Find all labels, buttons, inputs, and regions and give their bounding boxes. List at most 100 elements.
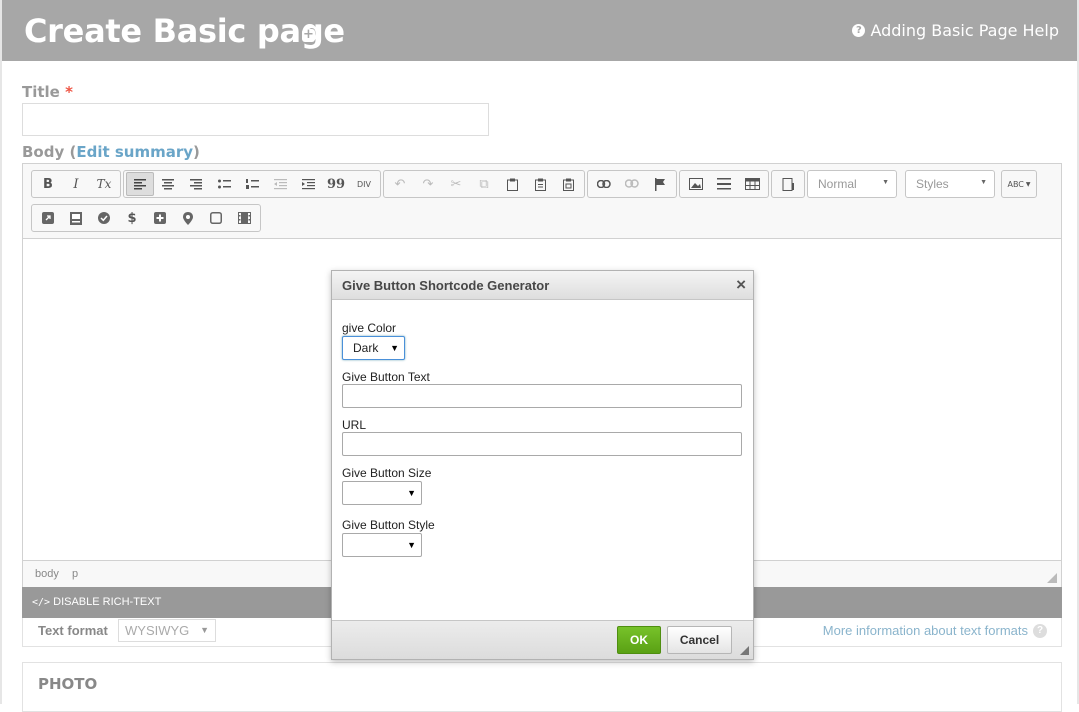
blockquote-button[interactable]: 99: [322, 172, 350, 196]
square-icon: [210, 212, 222, 224]
align-left-button[interactable]: [126, 172, 154, 196]
toolbar-group-shortcodes: $: [31, 204, 261, 232]
color-select[interactable]: Dark ▼: [342, 336, 405, 360]
format-combo[interactable]: Normal ▼: [807, 170, 897, 198]
div-container-button[interactable]: DIV: [350, 172, 378, 196]
indent-button[interactable]: [294, 172, 322, 196]
help-link[interactable]: ? Adding Basic Page Help: [852, 21, 1059, 40]
outdent-icon: [273, 178, 287, 189]
text-format-select[interactable]: WYSIWYG ▼: [118, 619, 216, 642]
paste-icon: [506, 178, 518, 191]
italic-button[interactable]: I: [62, 172, 90, 196]
button-text-input[interactable]: [342, 384, 742, 408]
plus-square-icon: [154, 212, 166, 224]
spellcheck-button[interactable]: ABC ▼: [1004, 172, 1034, 196]
map-marker-icon: [183, 211, 193, 225]
question-circle-icon: ?: [852, 24, 866, 37]
url-input[interactable]: [342, 432, 742, 456]
styles-combo[interactable]: Styles ▼: [905, 170, 995, 198]
resize-grip-icon[interactable]: [1047, 573, 1057, 583]
align-center-icon: [162, 178, 174, 189]
maximize-button[interactable]: [774, 172, 802, 196]
resize-grip-icon[interactable]: [740, 646, 749, 655]
map-shortcode-button[interactable]: [174, 206, 202, 230]
link-button[interactable]: [590, 172, 618, 196]
copy-button[interactable]: ⧉: [470, 172, 498, 196]
toolbar-group-paragraph: 99 DIV: [123, 170, 381, 198]
help-link-label: Adding Basic Page Help: [870, 21, 1059, 40]
editor-toolbar: B I Tx 99 DIV ↶ ↷ ✂ ⧉ Normal ▼ Styles ▼ …: [23, 164, 1061, 239]
undo-button[interactable]: ↶: [386, 172, 414, 196]
table-button[interactable]: [738, 172, 766, 196]
plus-shortcode-button[interactable]: [146, 206, 174, 230]
video-shortcode-button[interactable]: [230, 206, 258, 230]
edit-summary-link[interactable]: Edit summary: [76, 143, 193, 161]
bulleted-list-button[interactable]: [210, 172, 238, 196]
button-style-select[interactable]: ▼: [342, 533, 422, 557]
disable-rich-text-label: DISABLE RICH-TEXT: [53, 596, 162, 608]
paste-button[interactable]: [498, 172, 526, 196]
check-shortcode-button[interactable]: [90, 206, 118, 230]
remove-format-button[interactable]: Tx: [90, 172, 118, 196]
cancel-button[interactable]: Cancel: [667, 626, 732, 654]
horizontal-rule-icon: [717, 178, 731, 190]
title-label: Title *: [22, 83, 73, 101]
unlink-icon: [625, 179, 639, 188]
numbered-list-button[interactable]: [238, 172, 266, 196]
required-mark: *: [65, 83, 73, 101]
code-icon: </>: [32, 597, 51, 608]
ok-button[interactable]: OK: [617, 626, 661, 654]
image-button[interactable]: [682, 172, 710, 196]
color-label: give Color: [342, 321, 397, 335]
paste-word-icon: [562, 178, 574, 191]
url-label: URL: [342, 418, 367, 432]
title-input[interactable]: [22, 103, 489, 136]
media-shortcode-button[interactable]: [62, 206, 90, 230]
button-text-label: Give Button Text: [342, 370, 430, 384]
redo-button[interactable]: ↷: [414, 172, 442, 196]
outdent-button[interactable]: [266, 172, 294, 196]
path-item-body[interactable]: body: [35, 568, 59, 580]
box-shortcode-button[interactable]: [202, 206, 230, 230]
button-size-select[interactable]: ▼: [342, 481, 422, 505]
text-format-label: Text format: [38, 623, 108, 638]
format-info-link[interactable]: More information about text formats ?: [823, 623, 1047, 638]
bold-button[interactable]: B: [34, 172, 62, 196]
close-icon[interactable]: ×: [736, 275, 746, 295]
dialog-title[interactable]: Give Button Shortcode Generator: [332, 271, 753, 300]
dollar-shortcode-button[interactable]: $: [118, 206, 146, 230]
bulleted-list-icon: [217, 179, 231, 188]
indent-icon: [301, 178, 315, 189]
photo-label: PHOTO: [38, 675, 98, 693]
anchor-button[interactable]: [646, 172, 674, 196]
path-item-p[interactable]: p: [72, 568, 78, 580]
film-icon: [237, 212, 251, 224]
paste-text-icon: [534, 178, 546, 191]
link-shortcode-button[interactable]: [34, 206, 62, 230]
align-right-button[interactable]: [182, 172, 210, 196]
numbered-list-icon: [245, 178, 259, 189]
toolbar-group-insert: [679, 170, 769, 198]
paste-from-word-button[interactable]: [554, 172, 582, 196]
question-circle-icon: ?: [1033, 623, 1047, 638]
toolbar-group-basic: B I Tx: [31, 170, 121, 198]
unlink-button[interactable]: [618, 172, 646, 196]
toolbar-group-tools: [771, 170, 805, 198]
toolbar-group-clipboard: ↶ ↷ ✂ ⧉: [383, 170, 585, 198]
maximize-icon: [782, 177, 794, 191]
link-icon: [597, 180, 611, 188]
button-style-label: Give Button Style: [342, 518, 435, 532]
page-header: Create Basic page + ? Adding Basic Page …: [0, 0, 1079, 61]
dollar-icon: $: [127, 210, 137, 226]
horizontal-rule-button[interactable]: [710, 172, 738, 196]
toolbar-group-links: [587, 170, 677, 198]
cut-button[interactable]: ✂: [442, 172, 470, 196]
external-link-icon: [42, 212, 54, 224]
table-icon: [744, 178, 760, 190]
image-icon: [689, 178, 703, 190]
photo-section: PHOTO: [22, 662, 1062, 712]
plus-square-icon[interactable]: +: [302, 28, 315, 42]
media-icon: [70, 211, 82, 225]
align-center-button[interactable]: [154, 172, 182, 196]
paste-text-button[interactable]: [526, 172, 554, 196]
